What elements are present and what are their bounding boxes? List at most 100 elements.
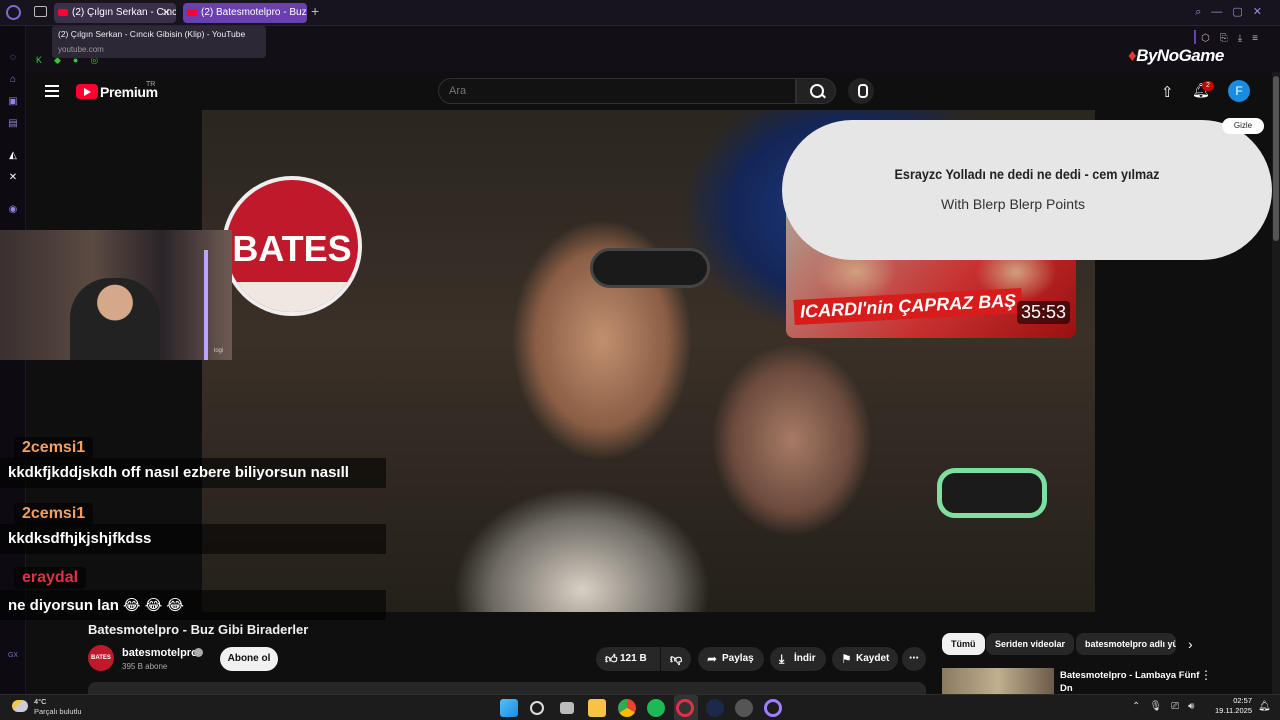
chip-series[interactable]: Seriden videolar xyxy=(986,633,1075,655)
chat-username: 2cemsi1 xyxy=(14,437,94,459)
video-sunglasses xyxy=(937,468,1047,518)
tab-cilgin-serkan[interactable]: (2) Çılgın Serkan - Cıncık ✕ xyxy=(54,3,176,23)
subscribe-button[interactable]: Abone ol xyxy=(220,647,278,671)
search-icon[interactable] xyxy=(530,701,544,715)
like-count: 121 B xyxy=(620,653,647,664)
browser-tab-bar: (2) Çılgın Serkan - Cıncık ✕ (2) Batesmo… xyxy=(0,0,1280,26)
webcam-brand: logi xyxy=(214,348,224,354)
more-actions-button[interactable]: ⋯ xyxy=(902,647,926,671)
chat-username: 2cemsi1 xyxy=(14,503,94,525)
flame-icon: ♦ xyxy=(1128,46,1137,65)
twitch-icon[interactable]: ▣ xyxy=(7,96,19,108)
like-button[interactable]: 👍︎ 121 B xyxy=(596,647,660,671)
menu-icon[interactable] xyxy=(45,85,59,97)
notification-icon[interactable]: 🔔︎ xyxy=(1258,701,1271,712)
bookmark-icon: ⚑ xyxy=(841,652,852,666)
bates-logo-band xyxy=(226,282,358,312)
chip-channel-uploads[interactable]: batesmotelpro adlı yüklemeden xyxy=(1076,633,1176,655)
scrollbar-thumb[interactable] xyxy=(1273,76,1279,241)
tab-label: (2) Çılgın Serkan - Cıncık xyxy=(72,7,176,18)
chip-all[interactable]: Tümü xyxy=(942,633,985,655)
browser-icon[interactable] xyxy=(764,699,782,717)
close-tab-icon[interactable]: ✕ xyxy=(162,3,171,23)
file-explorer-icon[interactable] xyxy=(588,699,606,717)
discord-icon[interactable]: ◭ xyxy=(7,150,19,162)
gx-label[interactable]: GX xyxy=(7,652,19,664)
chat-message: kkdksdfhjkjshjfkdss xyxy=(0,524,386,554)
bynogame-logo: ♦ByNoGame xyxy=(1128,46,1224,66)
system-tray-icons[interactable]: ⌃🎙︎⎚🔊︎ xyxy=(1132,701,1203,712)
steam-icon[interactable] xyxy=(706,699,724,717)
share-button[interactable]: ➦ Paylaş xyxy=(698,647,764,671)
shopping-icon[interactable]: ⌂ xyxy=(7,74,19,86)
share-label: Paylaş xyxy=(722,653,754,664)
dislike-button[interactable]: 👎︎ xyxy=(661,647,691,671)
screen: (2) Çılgın Serkan - Cıncık ✕ (2) Batesmo… xyxy=(0,0,1280,720)
video-goggles xyxy=(590,248,710,288)
user-avatar[interactable]: F xyxy=(1228,80,1250,102)
youtube-logo-icon[interactable] xyxy=(76,84,98,99)
weather-temperature[interactable]: 4°C xyxy=(34,697,47,706)
app-icon[interactable] xyxy=(735,699,753,717)
weather-icon[interactable] xyxy=(12,700,28,712)
new-tab-button[interactable]: + xyxy=(311,3,319,19)
chevron-right-icon[interactable]: › xyxy=(1188,636,1193,652)
bynogame-text: ByNoGame xyxy=(1136,46,1224,65)
create-icon[interactable]: ⇧ xyxy=(1161,83,1174,101)
channel-name[interactable]: batesmotelpro xyxy=(122,647,198,659)
webcam-light xyxy=(204,250,208,360)
notification-badge: 2 xyxy=(1202,81,1214,91)
voice-search-button[interactable] xyxy=(848,78,874,104)
streamer xyxy=(70,278,160,360)
tab-tooltip: (2) Çılgın Serkan - Cıncık Gibisin (Klip… xyxy=(52,26,266,58)
player-icon[interactable]: ◉ xyxy=(7,204,19,216)
recommended-title[interactable]: Batesmotelpro - Lambaya Fünf Dn xyxy=(1060,669,1200,695)
hide-button[interactable]: Gizle xyxy=(1222,118,1264,134)
weather-description[interactable]: Parçalı bulutlu xyxy=(34,707,82,716)
youtube-favicon-icon xyxy=(187,9,197,16)
recommended-thumbnail[interactable] xyxy=(942,668,1054,694)
video-title: Batesmotelpro - Buz Gibi Biraderler xyxy=(88,622,309,637)
share-icon: ➦ xyxy=(707,652,718,666)
download-icon: ⤓ xyxy=(779,652,785,666)
window-controls[interactable]: ⌕—▢✕ xyxy=(1195,5,1272,19)
chat-username: eraydal xyxy=(14,567,87,589)
workspaces-icon[interactable] xyxy=(34,6,47,17)
bates-logo: BATES xyxy=(222,176,362,316)
task-view-icon[interactable] xyxy=(560,702,574,714)
tooltip-url: youtube.com xyxy=(58,45,104,54)
chrome-icon[interactable] xyxy=(618,699,636,717)
download-button[interactable]: ⤓ İndir xyxy=(770,647,826,671)
save-button[interactable]: ⚑ Kaydet xyxy=(832,647,898,671)
clock-time[interactable]: 02:57 xyxy=(1226,696,1252,705)
clock-date[interactable]: 19.11.2025 xyxy=(1210,706,1252,715)
toolbar-divider xyxy=(1194,30,1196,44)
x-icon[interactable]: ✕ xyxy=(7,172,19,184)
channel-avatar[interactable]: BATES xyxy=(88,645,114,671)
opera-gx-icon[interactable] xyxy=(676,699,694,717)
country-code: TR xyxy=(146,81,156,88)
start-icon[interactable] xyxy=(500,699,518,717)
windows-taskbar: 4°C Parçalı bulutlu ⌃🎙︎⎚🔊︎ 02:57 19.11.2… xyxy=(0,694,1280,720)
save-label: Kaydet xyxy=(856,653,890,664)
thumbnail-duration: 35:53 xyxy=(1016,301,1070,324)
bates-logo-text: BATES xyxy=(232,228,352,269)
tooltip-title: (2) Çılgın Serkan - Cıncık Gibisin (Klip… xyxy=(58,29,246,39)
verified-icon xyxy=(194,648,203,657)
chat-message: kkdkfjkddjskdh off nasıl ezbere biliyors… xyxy=(0,458,386,488)
tab-batesmotelpro[interactable]: (2) Batesmotelpro - Buz Gibi xyxy=(183,3,307,23)
search-button[interactable] xyxy=(796,78,836,104)
spotify-icon[interactable] xyxy=(647,699,665,717)
opera-menu-icon[interactable] xyxy=(6,5,21,20)
extension-icons[interactable]: ⬡⎘⤓≡ xyxy=(1201,33,1268,44)
description-box[interactable] xyxy=(88,682,926,694)
download-label: İndir xyxy=(794,653,816,664)
messenger-icon[interactable]: ▤ xyxy=(7,118,19,130)
speed-dial-icon[interactable]: ◌ xyxy=(7,52,19,64)
hide-label: Gizle xyxy=(1233,121,1253,130)
more-vert-icon[interactable]: ⋮ xyxy=(1200,668,1212,682)
search-input[interactable] xyxy=(438,78,796,104)
alert-title: Esrayzc Yolladı ne dedi ne dedi - cem yı… xyxy=(894,166,1160,182)
subscriber-count: 395 B abone xyxy=(122,662,168,671)
tab-label: (2) Batesmotelpro - Buz Gibi xyxy=(201,7,307,18)
